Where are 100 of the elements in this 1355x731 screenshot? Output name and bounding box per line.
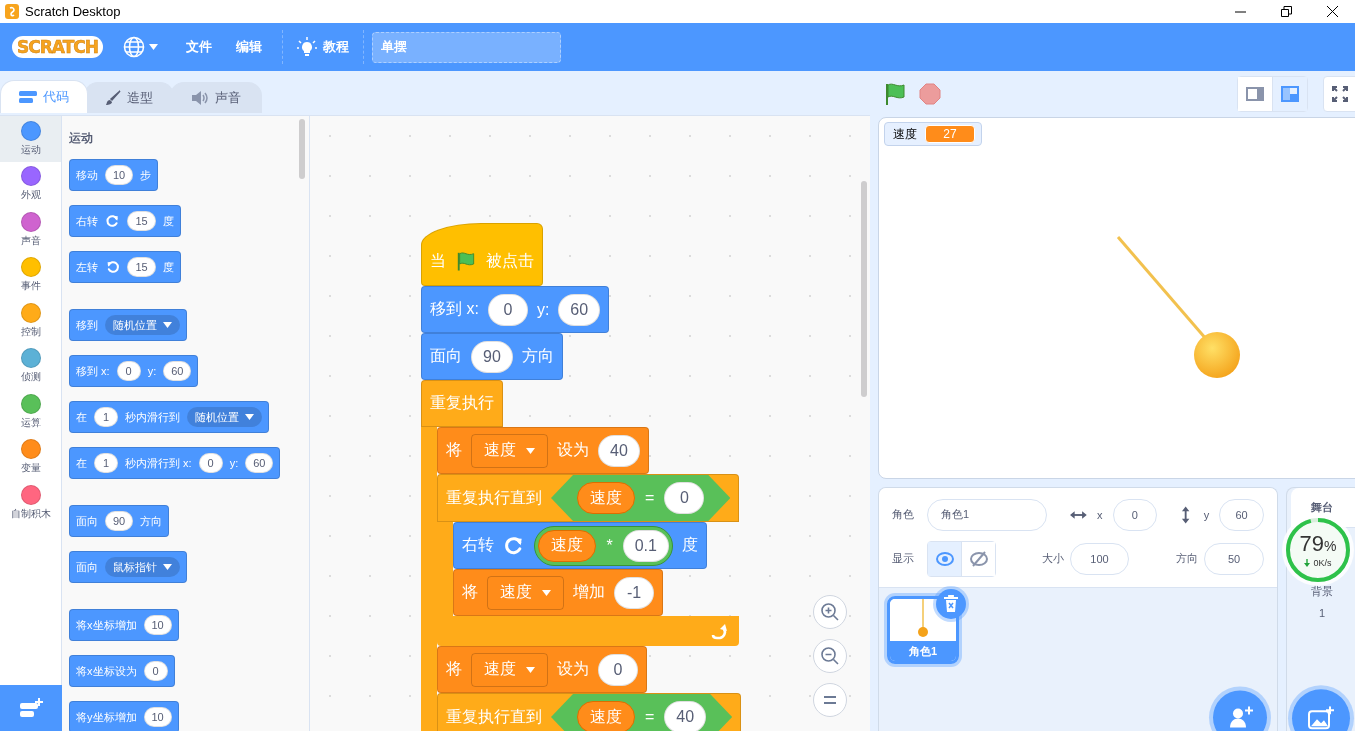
field-label: 大小 (1042, 551, 1064, 566)
number-input[interactable]: 60 (163, 361, 192, 381)
category-button[interactable]: 变量 (0, 434, 61, 480)
number-input[interactable]: 60 (245, 453, 274, 473)
block-label: y: (229, 457, 239, 469)
block-label: 移到 (76, 317, 98, 333)
block-label: * (606, 536, 613, 555)
field-label: x (1097, 508, 1103, 521)
number-input[interactable]: 0.1 (622, 529, 669, 562)
block-label: 左转 (76, 259, 98, 275)
dropdown-menu[interactable]: 随机位置 (187, 407, 262, 427)
field-label: 显示 (892, 551, 914, 566)
code-block[interactable]: 将 速度 设为 40 (437, 427, 649, 474)
size-field[interactable]: 100 (1070, 542, 1130, 575)
category-button[interactable]: 侦测 (0, 343, 61, 389)
field-label: 方向 (1176, 551, 1199, 566)
number-input[interactable]: 0 (198, 453, 223, 473)
block-label: 设为 (557, 659, 589, 679)
sprite-name-field[interactable]: 角色1 (927, 498, 1048, 531)
number-input[interactable]: 0 (487, 293, 528, 326)
block-label: 秒内滑行到 x: (125, 455, 192, 471)
comparison-block[interactable]: 速度 = 0 (551, 475, 731, 521)
code-block[interactable]: 将 速度 增加 -1 (453, 569, 663, 616)
number-input[interactable]: 10 (105, 165, 134, 185)
code-block[interactable]: 右转 15 度 (69, 205, 181, 237)
number-input[interactable]: 1 (94, 453, 118, 473)
category-heading: 运动 (69, 130, 94, 147)
operator-block[interactable]: 速度 * 0.1 (534, 525, 673, 566)
x-field[interactable]: 0 (1112, 498, 1158, 531)
code-block[interactable]: 在 1 秒内滑行到 随机位置 (69, 401, 269, 433)
window-title: Scratch Desktop (25, 4, 122, 19)
block-label: 被点击 (486, 251, 535, 271)
category-button[interactable]: 自制积木 (0, 480, 61, 526)
code-block[interactable]: 将x坐标设为 0 (69, 655, 175, 687)
code-block[interactable]: 将y坐标增加 10 (69, 701, 179, 731)
block-label: 面向 (76, 513, 98, 529)
field-label: y (1203, 508, 1210, 521)
code-block[interactable]: 重复执行 将 速度 设为 40 重复执行直到 速度 = 0 右转 速度 * 0.1 度 将 速度 增加 -1 将 速度 设为 0 重复执行直到 速度 = 40 (421, 380, 742, 731)
code-block[interactable]: 左转 15 度 (69, 251, 181, 283)
block-label: 面向 (430, 346, 462, 366)
block-label: 方向 (521, 346, 554, 366)
monitor-label: 速度 (893, 125, 917, 143)
code-block[interactable]: 面向 90 方向 (421, 333, 563, 380)
number-input[interactable]: -1 (614, 576, 654, 609)
block-label: 将y坐标增加 (76, 709, 137, 725)
code-block[interactable]: 面向 90 方向 (69, 505, 170, 537)
number-input[interactable]: 60 (558, 293, 601, 326)
block-label: 将x坐标增加 (76, 617, 137, 633)
block-label: y: (536, 300, 550, 319)
number-input[interactable]: 0 (143, 661, 168, 681)
block-label: y: (147, 365, 157, 377)
code-block[interactable]: 重复执行直到 速度 = 0 右转 速度 * 0.1 度 将 速度 增加 -1 (437, 474, 740, 646)
block-label: 移到 x: (430, 299, 479, 319)
category-button[interactable]: 运动 (0, 116, 61, 162)
code-block[interactable]: 将 速度 设为 0 (437, 646, 647, 693)
number-input[interactable]: 90 (471, 340, 513, 373)
block-label: 增加 (573, 582, 605, 602)
code-block[interactable]: 将x坐标增加 10 (69, 609, 179, 641)
block-label: 移到 x: (76, 363, 110, 379)
code-block[interactable]: 移到 随机位置 (69, 309, 187, 341)
code-block[interactable]: 移到 x: 0 y: 60 (421, 286, 610, 333)
direction-field[interactable]: 50 (1204, 542, 1264, 575)
tab[interactable]: 声音 (170, 82, 262, 113)
code-block[interactable]: 移到 x: 0 y: 60 (69, 355, 199, 387)
block-label: 在 (76, 409, 87, 425)
category-button[interactable]: 事件 (0, 252, 61, 298)
code-block[interactable]: 重复执行直到 速度 = 40 (437, 693, 742, 731)
code-block[interactable]: 移动 10 步 (69, 159, 159, 191)
field-label: 角色 (892, 507, 914, 522)
block-label: 将 (446, 440, 462, 460)
category-button[interactable]: 声音 (0, 207, 61, 253)
block-label: 面向 (76, 559, 98, 575)
block-label: 右转 (76, 213, 98, 229)
number-input[interactable]: 1 (94, 407, 118, 427)
category-button[interactable]: 控制 (0, 298, 61, 344)
block-label: 当 (430, 251, 446, 271)
block-label: 右转 (462, 535, 494, 555)
block-label: = (645, 489, 655, 507)
dropdown-menu[interactable]: 鼠标指针 (105, 557, 180, 577)
monitor-value: 27 (925, 125, 975, 143)
number-input[interactable]: 15 (127, 211, 156, 231)
number-input[interactable]: 15 (127, 257, 156, 277)
category-button[interactable]: 外观 (0, 161, 61, 207)
number-input[interactable]: 10 (143, 615, 172, 635)
number-input[interactable]: 40 (598, 434, 640, 467)
block-label: 方向 (140, 513, 163, 529)
number-input[interactable]: 0 (664, 482, 705, 514)
y-field[interactable]: 60 (1219, 498, 1264, 531)
category-button[interactable]: 运算 (0, 389, 61, 435)
download-rate: 0K/s (1313, 558, 1332, 568)
number-input[interactable]: 0 (116, 361, 141, 381)
code-block[interactable]: 右转 速度 * 0.1 度 (453, 522, 707, 569)
number-input[interactable]: 90 (105, 511, 134, 531)
code-block[interactable]: 在 1 秒内滑行到 x: 0 y: 60 (69, 447, 281, 479)
number-input[interactable]: 40 (664, 701, 707, 731)
number-input[interactable]: 10 (143, 707, 172, 727)
number-input[interactable]: 0 (598, 653, 638, 686)
dropdown-menu[interactable]: 随机位置 (105, 315, 180, 335)
code-block[interactable]: 面向 鼠标指针 (69, 551, 187, 583)
comparison-block[interactable]: 速度 = 40 (551, 694, 733, 731)
